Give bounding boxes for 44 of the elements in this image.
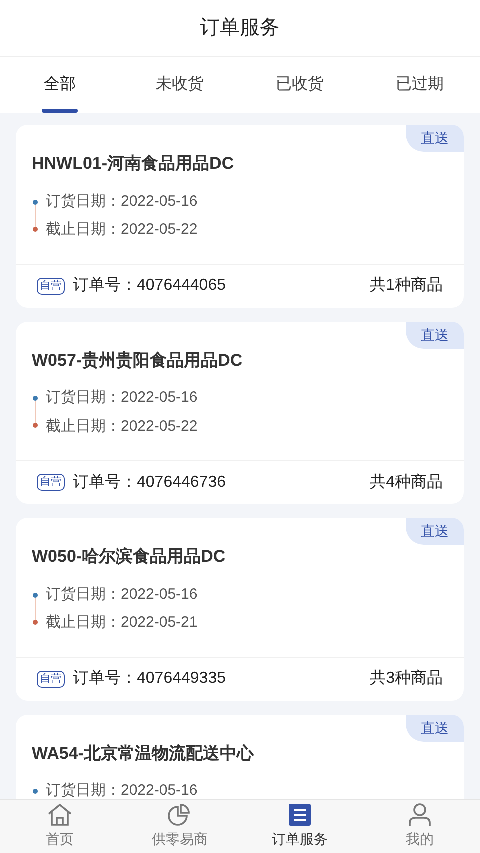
store-name: WA54-北京常温物流配送中心: [32, 742, 256, 764]
order-number: 订单号：4076446736: [73, 472, 226, 492]
delivery-badge: 直送: [406, 518, 464, 545]
order-date: 订货日期：2022-05-16: [46, 781, 198, 799]
tab[interactable]: 已过期: [360, 57, 480, 113]
list-icon: [288, 803, 312, 827]
self-operated-tag: 自营: [37, 670, 65, 688]
order-date: 订货日期：2022-05-16: [46, 192, 198, 212]
order-card[interactable]: 直送 HNWL01-河南食品用品DC 订货日期：2022-05-16 截止日期：2022-05-22 自营 订单号：4076444065 共1种商品: [16, 125, 464, 308]
store-name: W057-贵州贵阳食品用品DC: [32, 350, 244, 372]
self-operated-tag: 自营: [37, 474, 65, 491]
home-icon: [46, 803, 74, 827]
nav-tab[interactable]: 首页: [0, 800, 120, 853]
deadline-date: 截止日期：2022-05-22: [46, 220, 198, 240]
tab-indicator: [42, 109, 78, 113]
order-number: 订单号：4076444065: [73, 276, 226, 296]
nav-tab[interactable]: 供零易商: [120, 800, 240, 853]
timeline-line: [34, 401, 36, 423]
order-card[interactable]: 直送 W057-贵州贵阳食品用品DC 订货日期：2022-05-16 截止日期：2022-05-22 自营 订单号：4076446736 共4种商品: [16, 322, 464, 504]
delivery-badge: 直送: [406, 125, 464, 152]
tab[interactable]: 已收货: [240, 57, 360, 113]
delivery-badge: 直送: [406, 714, 464, 742]
self-operated-tag: 自营: [37, 278, 65, 294]
order-date: 订货日期：2022-05-16: [46, 584, 198, 604]
tab[interactable]: 全部: [0, 57, 120, 113]
store-name: HNWL01-河南食品用品DC: [32, 153, 236, 175]
order-card[interactable]: 直送 W050-哈尔滨食品用品DC 订货日期：2022-05-16 截止日期：2022-05-21 自营 订单号：4076449335 共3种商品: [16, 518, 464, 700]
timeline-line: [34, 204, 36, 226]
order-number: 订单号：4076449335: [73, 669, 226, 689]
deadline-date: 截止日期：2022-05-21: [46, 613, 198, 633]
delivery-badge: 直送: [406, 322, 464, 348]
page-title: 订单服务: [200, 16, 280, 41]
tab[interactable]: 未收货: [120, 57, 240, 113]
store-name: W050-哈尔滨食品用品DC: [32, 546, 227, 568]
user-icon: [406, 803, 434, 827]
nav-tab[interactable]: 订单服务: [240, 800, 360, 853]
timeline-line: [34, 598, 36, 620]
item-count: 共4种商品: [370, 472, 443, 492]
order-card[interactable]: 直送 WA54-北京常温物流配送中心 订货日期：2022-05-16: [16, 714, 464, 799]
nav-tab[interactable]: 我的: [360, 800, 480, 853]
item-count: 共1种商品: [370, 276, 443, 296]
item-count: 共3种商品: [370, 668, 443, 689]
order-date: 订货日期：2022-05-16: [46, 388, 198, 408]
deadline-date: 截止日期：2022-05-22: [46, 416, 198, 436]
